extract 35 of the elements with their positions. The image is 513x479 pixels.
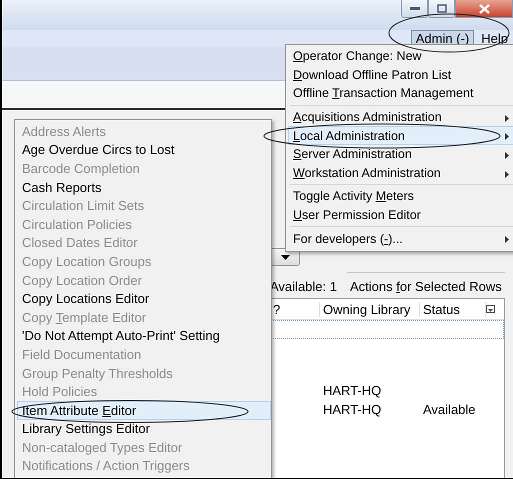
table-cell-text: HART-HQ <box>322 402 382 417</box>
menu-item[interactable]: Toggle Activity Meters <box>288 187 513 206</box>
submenu-arrow-icon <box>505 133 509 140</box>
submenu-arrow-icon <box>505 152 509 159</box>
maximize-button[interactable] <box>428 0 455 18</box>
menu-item[interactable]: Offline Transaction Management <box>288 84 513 103</box>
menu-item[interactable]: Download Offline Patron List <box>288 66 513 84</box>
table-cell-text: Available <box>422 402 477 417</box>
minimize-button[interactable] <box>401 0 428 18</box>
column-header[interactable]: Owning Library <box>320 302 420 316</box>
menu-item[interactable]: Local Administration <box>288 126 513 145</box>
actions-menu-button[interactable]: Actions for Selected Rows <box>346 272 505 294</box>
menu-item[interactable]: Workstation Administration <box>288 164 513 182</box>
menu-item[interactable]: Copy Locations Editor <box>17 289 271 308</box>
menu-item[interactable]: Server Administration <box>288 144 513 164</box>
menu-item[interactable]: Age Overdue Circs to Lost <box>17 140 271 160</box>
available-count: Available: 1 <box>270 279 337 294</box>
menu-item[interactable]: Item Attribute Editor <box>17 400 271 420</box>
close-button[interactable] <box>455 0 513 18</box>
menu-item[interactable]: Operator Change: New <box>288 47 513 66</box>
submenu-arrow-icon <box>505 170 509 178</box>
submenu-arrow-icon <box>505 114 509 122</box>
menu-item[interactable]: Cash Reports <box>17 178 271 196</box>
close-icon <box>478 4 490 14</box>
maximize-icon <box>436 4 446 13</box>
menu-item[interactable]: Acquisitions Administration <box>288 108 513 126</box>
menu-item[interactable]: User Permission Editor <box>288 206 513 224</box>
menu-item[interactable]: For developers (-)... <box>288 229 513 248</box>
minimize-icon <box>410 6 420 10</box>
menu-item[interactable]: Library Settings Editor <box>17 420 271 438</box>
caret-icon <box>280 254 290 260</box>
table-cell-text: HART-HQ <box>322 383 382 398</box>
column-picker-icon[interactable] <box>486 305 495 313</box>
menu-item[interactable]: 'Do Not Attempt Auto-Print' Setting <box>17 326 271 346</box>
submenu-arrow-icon <box>505 236 509 244</box>
